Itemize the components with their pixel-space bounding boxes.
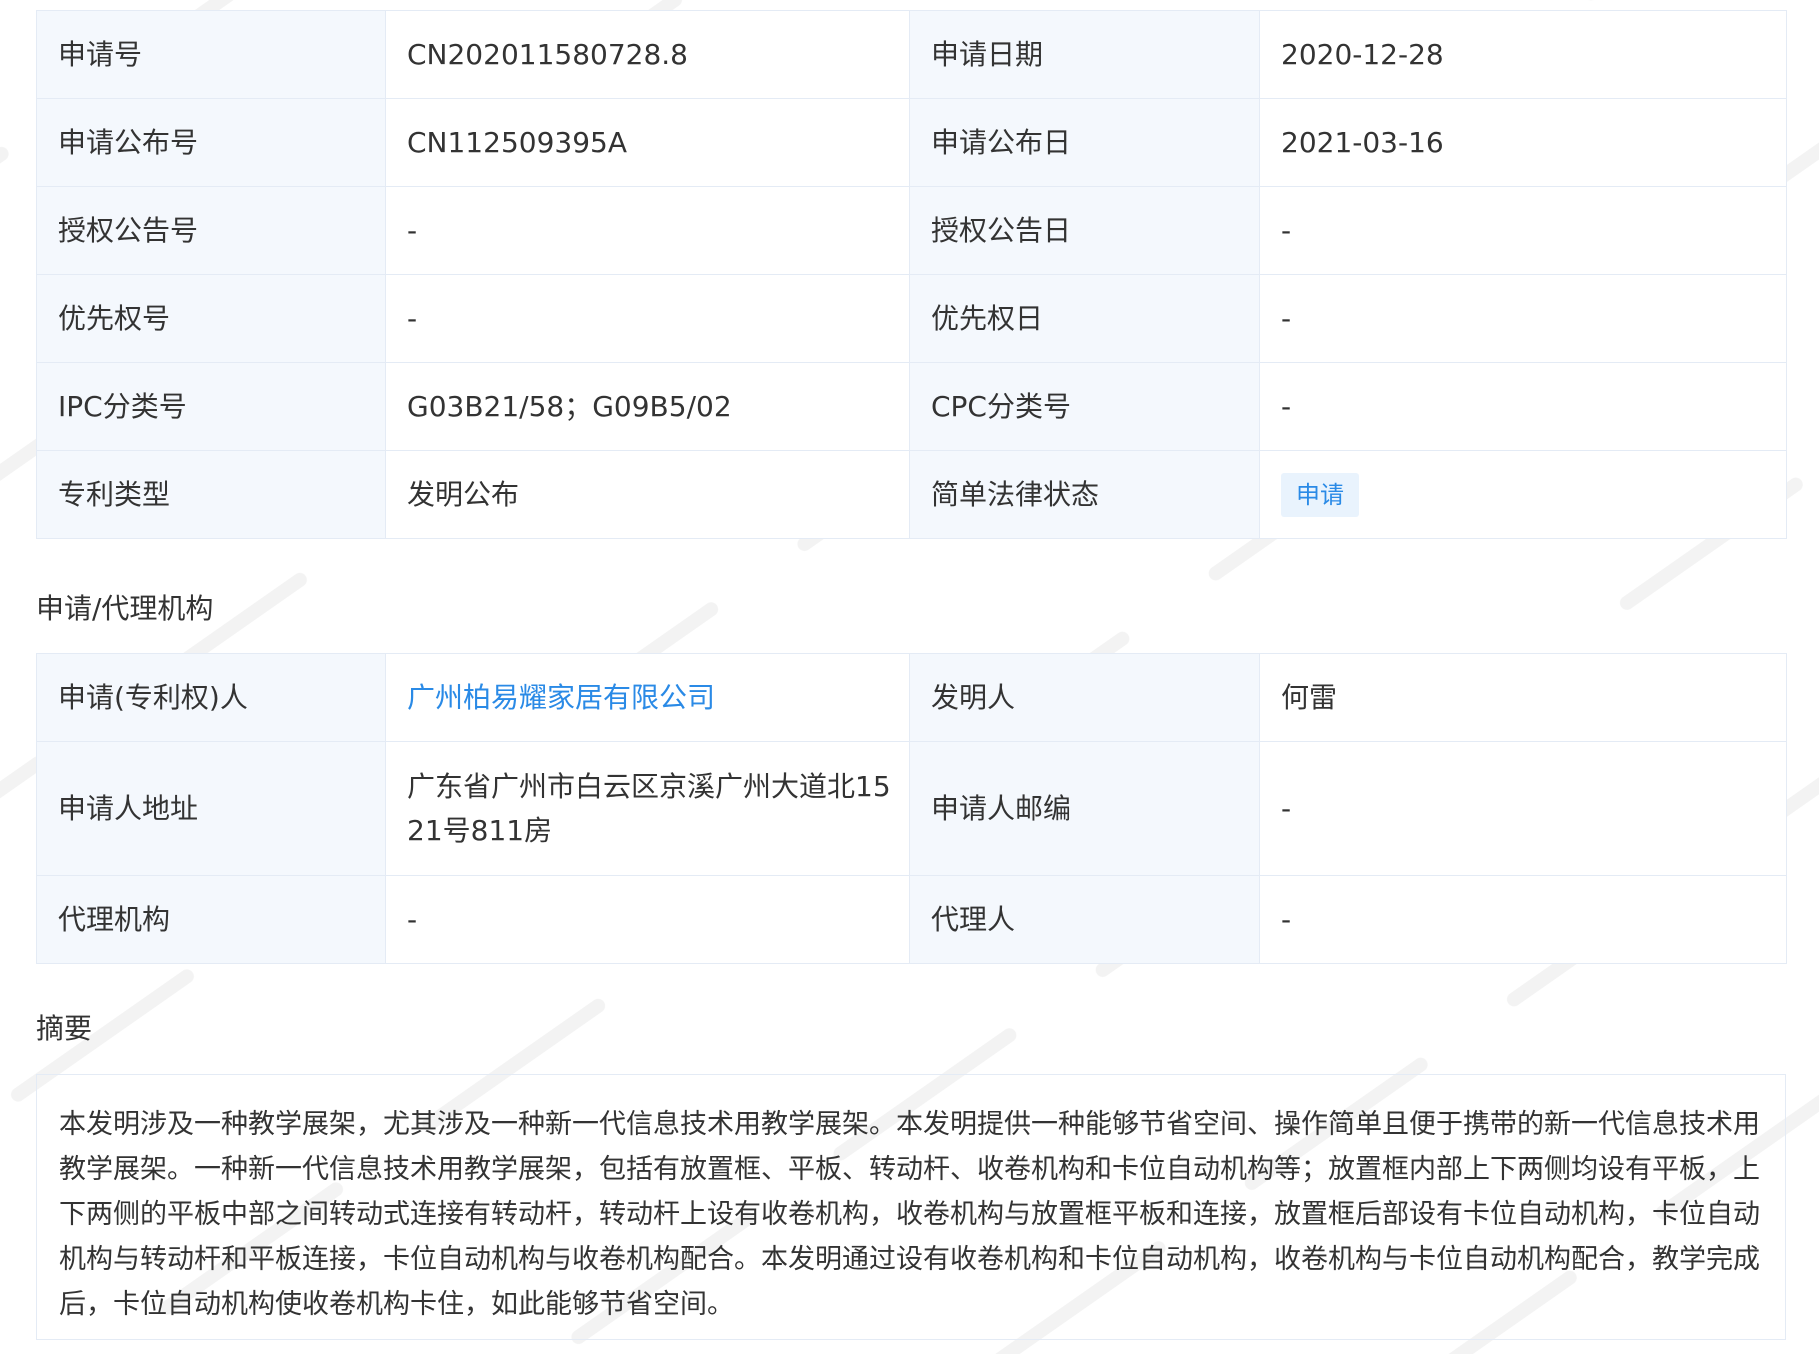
field-value: 广东省广州市白云区京溪广州大道北1521号811房 (385, 741, 910, 876)
table-row: 申请公布号 CN112509395A 申请公布日 2021-03-16 (36, 98, 1787, 187)
field-label: 授权公告日 (909, 186, 1260, 275)
section-title-abstract: 摘要 (36, 1012, 93, 1045)
field-label: 授权公告号 (36, 186, 386, 275)
field-value: - (385, 875, 910, 964)
abstract-box: 本发明涉及一种教学展架，尤其涉及一种新一代信息技术用教学展架。本发明提供一种能够… (36, 1074, 1786, 1340)
table-row: 代理机构 - 代理人 - (36, 875, 1787, 964)
field-label: 申请人邮编 (909, 741, 1260, 876)
field-label: CPC分类号 (909, 362, 1260, 451)
field-label: 申请(专利权)人 (36, 653, 386, 742)
field-value: - (1259, 741, 1787, 876)
field-value: G03B21/58；G09B5/02 (385, 362, 910, 451)
field-label: 发明人 (909, 653, 1260, 742)
field-value: CN202011580728.8 (385, 10, 910, 99)
field-value: - (385, 186, 910, 275)
field-label: 申请日期 (909, 10, 1260, 99)
field-value: CN112509395A (385, 98, 910, 187)
field-label: 专利类型 (36, 450, 386, 539)
table-row: 申请人地址 广东省广州市白云区京溪广州大道北1521号811房 申请人邮编 - (36, 741, 1787, 876)
section-title-agency: 申请/代理机构 (36, 592, 214, 625)
field-label: 申请人地址 (36, 741, 386, 876)
legal-status-badge: 申请 (1281, 473, 1359, 517)
field-label: 申请公布日 (909, 98, 1260, 187)
agency-info-table: 申请(专利权)人 广州柏易耀家居有限公司 发明人 何雷 申请人地址 广东省广州市… (36, 653, 1787, 964)
table-row: 申请号 CN202011580728.8 申请日期 2020-12-28 (36, 10, 1787, 99)
field-label: 代理机构 (36, 875, 386, 964)
status-cell: 申请 (1259, 450, 1787, 539)
field-value: 2021-03-16 (1259, 98, 1787, 187)
table-row: IPC分类号 G03B21/58；G09B5/02 CPC分类号 - (36, 362, 1787, 451)
field-label: 代理人 (909, 875, 1260, 964)
field-value: - (1259, 875, 1787, 964)
field-value: 2020-12-28 (1259, 10, 1787, 99)
field-value: 发明公布 (385, 450, 910, 539)
field-value: - (1259, 186, 1787, 275)
field-value: - (385, 274, 910, 363)
field-label: 优先权号 (36, 274, 386, 363)
field-label: 简单法律状态 (909, 450, 1260, 539)
abstract-text: 本发明涉及一种教学展架，尤其涉及一种新一代信息技术用教学展架。本发明提供一种能够… (59, 1109, 1760, 1320)
basic-info-table: 申请号 CN202011580728.8 申请日期 2020-12-28 申请公… (36, 10, 1787, 539)
applicant-cell: 广州柏易耀家居有限公司 (385, 653, 910, 742)
field-label: 申请公布号 (36, 98, 386, 187)
table-row: 授权公告号 - 授权公告日 - (36, 186, 1787, 275)
field-value: - (1259, 362, 1787, 451)
table-row: 专利类型 发明公布 简单法律状态 申请 (36, 450, 1787, 539)
field-label: 优先权日 (909, 274, 1260, 363)
field-value: - (1259, 274, 1787, 363)
field-value: 何雷 (1259, 653, 1787, 742)
table-row: 优先权号 - 优先权日 - (36, 274, 1787, 363)
applicant-link[interactable]: 广州柏易耀家居有限公司 (407, 681, 715, 714)
field-label: IPC分类号 (36, 362, 386, 451)
field-label: 申请号 (36, 10, 386, 99)
table-row: 申请(专利权)人 广州柏易耀家居有限公司 发明人 何雷 (36, 653, 1787, 742)
